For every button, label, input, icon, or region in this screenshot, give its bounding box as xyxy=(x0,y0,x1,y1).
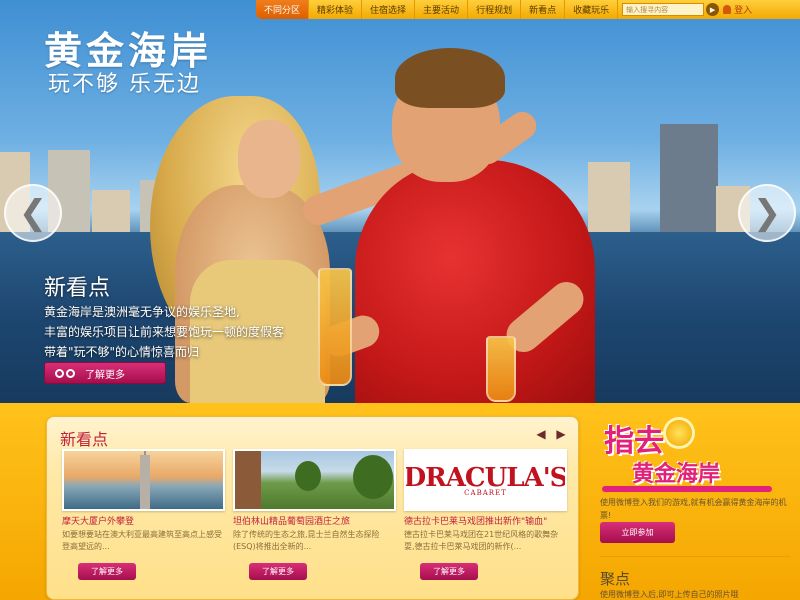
skyline-building xyxy=(660,124,718,232)
nav-item-activities[interactable]: 主要活动 xyxy=(415,0,469,19)
promo-line-1: 指去 xyxy=(604,424,664,459)
search-button[interactable]: ▶ xyxy=(706,3,720,16)
hero-learn-more-button[interactable]: 了解更多 xyxy=(44,362,166,384)
cocktail-glass xyxy=(318,268,352,386)
news-card-learn-more-button[interactable]: 了解更多 xyxy=(78,563,136,580)
login-label: 登入 xyxy=(734,6,753,16)
hero-banner: 黄金海岸 玩不够 乐无边 ❮ ❯ 新看点 黄金海岸是澳洲毫无争议的娱乐圣地, 丰… xyxy=(0,0,800,403)
man-hair xyxy=(395,48,505,108)
promo-line-2: 黄金海岸 xyxy=(632,462,721,487)
cocktail-glass xyxy=(486,336,516,402)
news-card-title[interactable]: 摩天大厦户外攀登 xyxy=(62,514,225,527)
news-card-learn-more-button[interactable]: 了解更多 xyxy=(420,563,478,580)
hero-title: 新看点 xyxy=(44,276,111,301)
skyscraper-photo[interactable] xyxy=(62,449,225,511)
vineyard-photo[interactable] xyxy=(233,449,396,511)
caret-left-icon[interactable]: ◀ xyxy=(534,427,548,441)
nav-item-itinerary[interactable]: 行程规划 xyxy=(468,0,522,19)
nav-item-favorites[interactable]: 收藏玩乐 xyxy=(565,0,619,19)
hero-description-line: 带着"玩不够"的心情惊喜而归 xyxy=(44,345,200,359)
chevron-right-icon: ❯ xyxy=(752,193,782,233)
news-card: DRACULA'S CABARET 德古拉卡巴莱马戏团推出新作"输血" 德古拉卡… xyxy=(404,449,567,580)
tree-shape xyxy=(295,461,321,491)
sun-icon xyxy=(666,420,692,446)
tower-shape xyxy=(140,451,150,509)
hero-prev-button[interactable]: ❮ xyxy=(4,184,62,242)
chevron-left-icon: ❮ xyxy=(18,193,48,233)
hero-next-button[interactable]: ❯ xyxy=(738,184,796,242)
hero-description: 黄金海岸是澳洲毫无争议的娱乐圣地, 丰富的娱乐项目让前来想要饱玩一顿的度假客 带… xyxy=(44,302,284,362)
binoculars-icon xyxy=(55,367,77,380)
promo-banner[interactable]: 指去 黄金海岸 xyxy=(600,414,790,498)
nav-item-regions[interactable]: 不同分区 xyxy=(256,0,310,19)
hero-learn-more-label: 了解更多 xyxy=(85,369,125,381)
sidebar-description: 使用微博登入我们的游戏,就有机会赢得黄金海岸的机票! xyxy=(600,498,787,520)
hero-description-line: 黄金海岸是澳洲毫无争议的娱乐圣地, xyxy=(44,305,240,319)
cabaret-logo-text: CABARET xyxy=(464,489,507,497)
news-panel-pager: ◀ ▶ xyxy=(534,427,568,441)
news-card-description: 如要想要站在澳大利亚最高建筑至高点上感受登高望远的... xyxy=(62,530,222,551)
user-icon xyxy=(723,5,732,14)
sidebar-divider xyxy=(600,556,790,557)
building-wall xyxy=(235,451,261,509)
draculas-cabaret-logo[interactable]: DRACULA'S CABARET xyxy=(404,449,567,511)
caret-right-icon[interactable]: ▶ xyxy=(554,427,568,441)
news-card-title[interactable]: 坦伯林山精品葡萄园酒庄之旅 xyxy=(233,514,396,527)
search-input[interactable]: 输入搜寻内容 xyxy=(622,3,705,16)
logo-slogan: 玩不够 乐无边 xyxy=(48,72,201,97)
news-card-description: 德古拉卡巴莱马戏团在21世纪风格的歌舞杂耍,德古拉卡巴莱马戏团的新作(... xyxy=(404,530,559,551)
login-link[interactable]: 登入 xyxy=(723,3,752,16)
sidebar-section-text: 使用微博登入后,即可上传自己的照片哦 xyxy=(600,590,739,599)
news-panel-title: 新看点 xyxy=(60,430,109,449)
nav-item-whats-new[interactable]: 新看点 xyxy=(521,0,566,19)
news-card: 坦伯林山精品葡萄园酒庄之旅 除了传统的生态之旅,昆士兰自然生态探险(ESQ)将推… xyxy=(233,449,396,580)
woman-face xyxy=(238,120,300,198)
swoosh-decoration xyxy=(602,486,772,492)
nav-item-accommodation[interactable]: 住宿选择 xyxy=(362,0,416,19)
hero-description-line: 丰富的娱乐项目让前来想要饱玩一顿的度假客 xyxy=(44,325,285,339)
news-card-learn-more-button[interactable]: 了解更多 xyxy=(249,563,307,580)
news-card-description: 除了传统的生态之旅,昆士兰自然生态探险(ESQ)将推出全新的... xyxy=(233,530,380,551)
tree-shape xyxy=(353,455,393,499)
join-now-button[interactable]: 立即参加 xyxy=(600,522,675,543)
news-card-title[interactable]: 德古拉卡巴莱马戏团推出新作"输血" xyxy=(404,514,567,527)
news-card: 摩天大厦户外攀登 如要想要站在澳大利亚最高建筑至高点上感受登高望远的... 了解… xyxy=(62,449,225,580)
top-navigation: 不同分区 精彩体验 住宿选择 主要活动 行程规划 新看点 收藏玩乐 输入搜寻内容… xyxy=(256,0,800,19)
man-shirt xyxy=(355,160,595,403)
nav-item-experiences[interactable]: 精彩体验 xyxy=(309,0,363,19)
skyline-building xyxy=(92,190,130,232)
search-icon: ▶ xyxy=(709,5,716,14)
sidebar-section-title: 聚点 xyxy=(600,570,631,588)
skyline-building xyxy=(588,162,630,232)
